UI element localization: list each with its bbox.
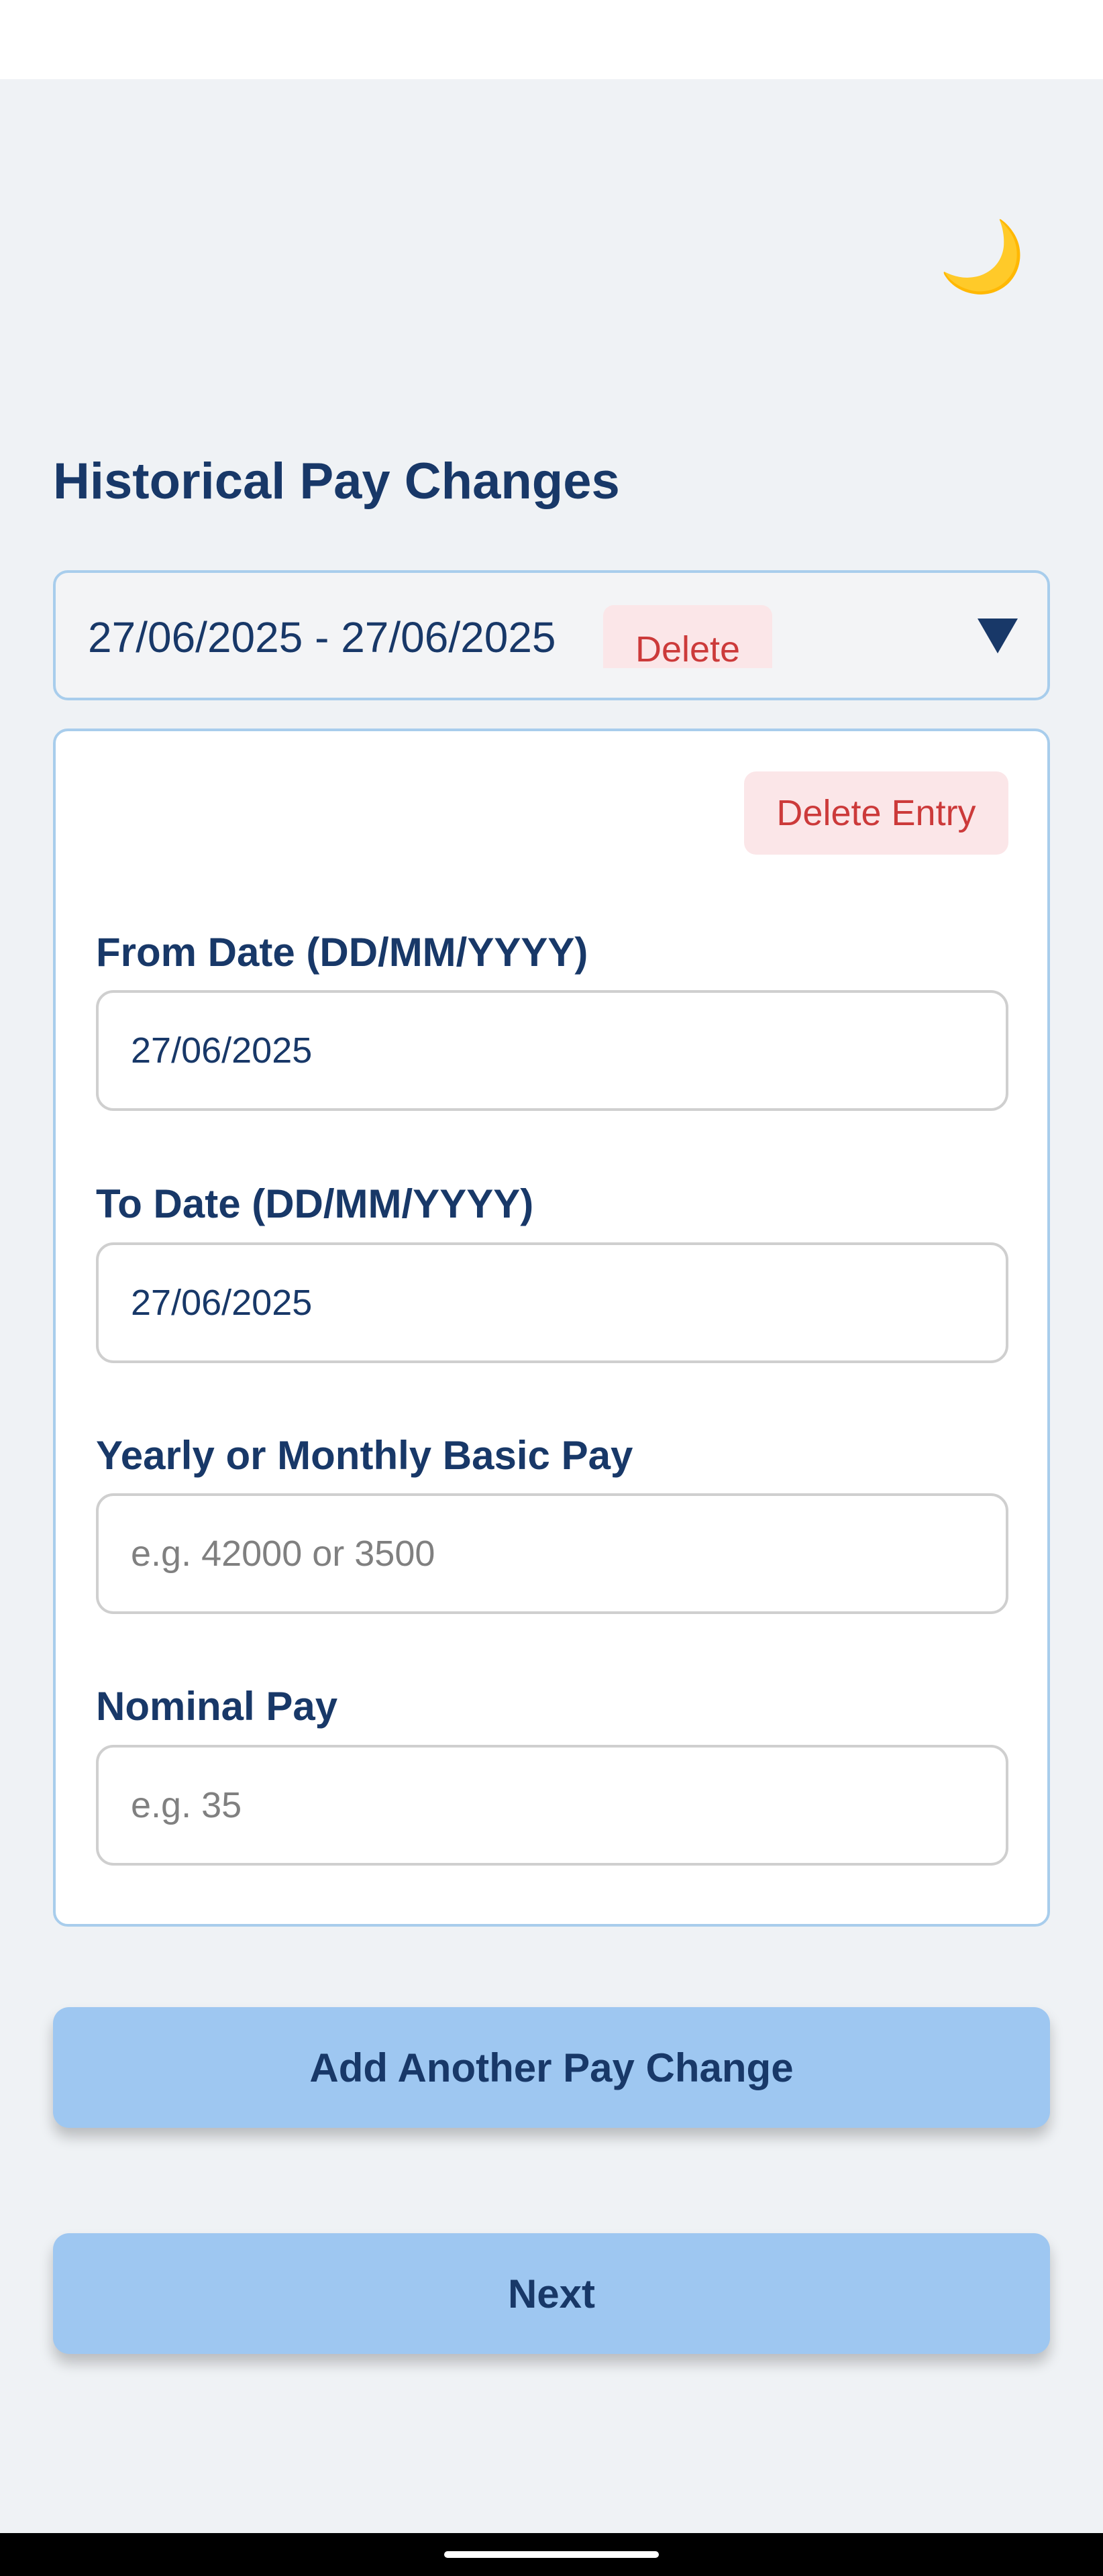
chevron-down-icon[interactable]	[978, 619, 1018, 653]
date-range-label: 27/06/2025 - 27/06/2025	[88, 613, 556, 661]
basic-pay-input[interactable]	[96, 1493, 1008, 1614]
next-button[interactable]: Next	[53, 2233, 1050, 2354]
nominal-pay-input[interactable]	[96, 1745, 1008, 1866]
moon-icon: 🌙	[939, 218, 1026, 296]
delete-button[interactable]: Delete	[603, 605, 772, 668]
to-date-label: To Date (DD/MM/YYYY)	[96, 1181, 534, 1226]
basic-pay-label: Yearly or Monthly Basic Pay	[96, 1433, 633, 1478]
home-indicator[interactable]	[444, 2551, 659, 2558]
nominal-pay-label: Nominal Pay	[96, 1684, 338, 1729]
from-date-input[interactable]	[96, 990, 1008, 1111]
add-pay-change-button[interactable]: Add Another Pay Change	[53, 2007, 1050, 2128]
delete-entry-button[interactable]: Delete Entry	[744, 771, 1008, 855]
pay-change-accordion-header[interactable]: 27/06/2025 - 27/06/2025 Delete	[53, 570, 1050, 700]
page-title: Historical Pay Changes	[53, 453, 620, 510]
to-date-input[interactable]	[96, 1242, 1008, 1363]
from-date-label: From Date (DD/MM/YYYY)	[96, 930, 588, 975]
theme-toggle-button[interactable]: 🌙	[935, 213, 1029, 301]
status-bar	[0, 0, 1103, 79]
